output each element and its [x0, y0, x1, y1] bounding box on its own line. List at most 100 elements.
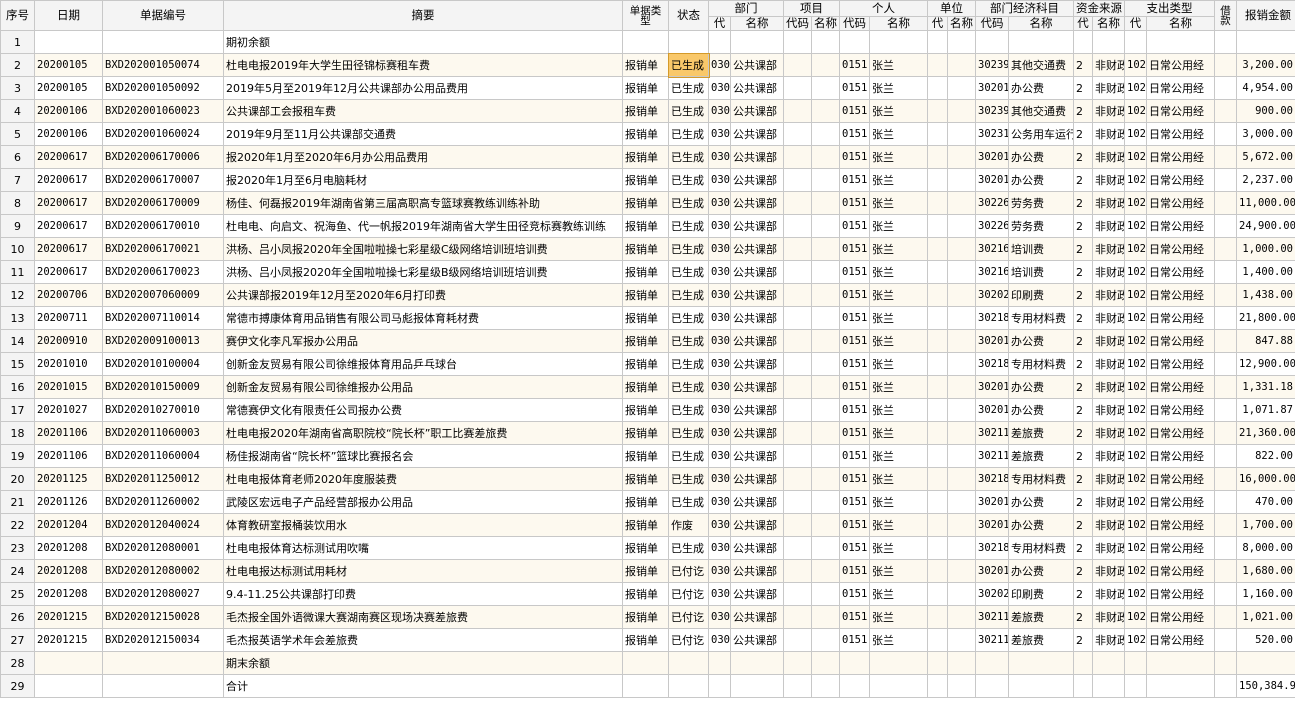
- cell-doc-no[interactable]: BXD202011250012: [102, 467, 224, 491]
- cell-date[interactable]: 20200617: [34, 260, 103, 284]
- cell-person-code[interactable]: 0151: [839, 76, 870, 100]
- cell-summary[interactable]: 公共课部报2019年12月至2020年6月打印费: [223, 283, 623, 307]
- cell-borrow[interactable]: [1214, 421, 1237, 445]
- header-dept[interactable]: 部门: [708, 0, 784, 17]
- cell-doc-type[interactable]: 报销单: [622, 237, 669, 261]
- cell-project-name[interactable]: [811, 214, 840, 238]
- cell-doc-no[interactable]: BXD202010100004: [102, 352, 224, 376]
- cell-doc-no[interactable]: BXD202001060024: [102, 122, 224, 146]
- header-unit-code[interactable]: 代: [927, 16, 948, 31]
- cell-unit-code[interactable]: [927, 628, 948, 652]
- cell-fund-code[interactable]: 2: [1073, 536, 1093, 560]
- cell-dept-code[interactable]: 030: [708, 513, 731, 537]
- cell-unit-name[interactable]: [947, 145, 976, 169]
- cell-dept-code[interactable]: 030: [708, 76, 731, 100]
- cell-doc-no[interactable]: [102, 651, 224, 675]
- cell-unit-code[interactable]: [927, 168, 948, 192]
- cell-fund-name[interactable]: 非财政: [1092, 513, 1125, 537]
- cell-fund-name[interactable]: 非财政: [1092, 306, 1125, 330]
- header-borrow[interactable]: 借款: [1214, 0, 1237, 31]
- cell-unit-name[interactable]: [947, 559, 976, 583]
- cell-person-name[interactable]: 张兰: [869, 145, 928, 169]
- cell-project-code[interactable]: [783, 582, 812, 606]
- cell-status[interactable]: 已生成: [668, 260, 709, 284]
- cell-date[interactable]: 20201015: [34, 375, 103, 399]
- cell-econ-name[interactable]: 办公费: [1008, 76, 1074, 100]
- cell-date[interactable]: 20200617: [34, 168, 103, 192]
- cell-fund-name[interactable]: 非财政: [1092, 168, 1125, 192]
- table-row[interactable]: 18 20201106 BXD202011060003 杜电电报2020年湖南省高职院…: [0, 421, 1295, 445]
- cell-exp-name[interactable]: 日常公用经: [1146, 122, 1215, 146]
- cell-doc-no[interactable]: BXD202012080002: [102, 559, 224, 583]
- cell-status[interactable]: 已付讫: [668, 559, 709, 583]
- cell-person-name[interactable]: 张兰: [869, 237, 928, 261]
- cell-date[interactable]: 20201215: [34, 628, 103, 652]
- cell-borrow[interactable]: [1214, 536, 1237, 560]
- cell-fund-name[interactable]: 非财政: [1092, 605, 1125, 629]
- cell-person-code[interactable]: 0151: [839, 582, 870, 606]
- cell-fund-name[interactable]: 非财政: [1092, 559, 1125, 583]
- cell-project-name[interactable]: [811, 168, 840, 192]
- cell-unit-name[interactable]: [947, 536, 976, 560]
- header-person[interactable]: 个人: [839, 0, 928, 17]
- cell-summary[interactable]: 毛杰报全国外语微课大赛湖南赛区现场决赛差旅费: [223, 605, 623, 629]
- cell-summary[interactable]: 武陵区宏远电子产品经营部报办公用品: [223, 490, 623, 514]
- cell-econ-name[interactable]: [1008, 651, 1074, 675]
- header-exp-type[interactable]: 支出类型: [1124, 0, 1215, 17]
- cell-project-code[interactable]: [783, 674, 812, 698]
- cell-project-name[interactable]: [811, 674, 840, 698]
- cell-exp-code[interactable]: 102: [1124, 490, 1147, 514]
- cell-amount[interactable]: 822.00: [1236, 444, 1295, 468]
- cell-doc-no[interactable]: BXD202010270010: [102, 398, 224, 422]
- cell-dept-name[interactable]: 公共课部: [730, 306, 784, 330]
- cell-status[interactable]: 已生成: [668, 168, 709, 192]
- cell-dept-code[interactable]: [708, 651, 731, 675]
- cell-summary[interactable]: 2019年9月至11月公共课部交通费: [223, 122, 623, 146]
- cell-fund-code[interactable]: 2: [1073, 237, 1093, 261]
- cell-doc-no[interactable]: BXD202010150009: [102, 375, 224, 399]
- cell-exp-code[interactable]: 102: [1124, 605, 1147, 629]
- cell-person-code[interactable]: 0151: [839, 306, 870, 330]
- cell-unit-code[interactable]: [927, 214, 948, 238]
- cell-dept-code[interactable]: 030: [708, 421, 731, 445]
- cell-unit-code[interactable]: [927, 513, 948, 537]
- cell-amount[interactable]: 1,700.00: [1236, 513, 1295, 537]
- cell-econ-name[interactable]: 印刷费: [1008, 283, 1074, 307]
- cell-fund-code[interactable]: 2: [1073, 467, 1093, 491]
- cell-unit-code[interactable]: [927, 651, 948, 675]
- cell-exp-name[interactable]: 日常公用经: [1146, 260, 1215, 284]
- cell-status[interactable]: [668, 651, 709, 675]
- cell-unit-name[interactable]: [947, 490, 976, 514]
- cell-summary[interactable]: 毛杰报英语学术年会差旅费: [223, 628, 623, 652]
- cell-unit-name[interactable]: [947, 260, 976, 284]
- cell-person-code[interactable]: 0151: [839, 168, 870, 192]
- cell-seq[interactable]: 8: [0, 191, 35, 215]
- cell-econ-name[interactable]: 专用材料费: [1008, 306, 1074, 330]
- cell-dept-code[interactable]: 030: [708, 536, 731, 560]
- cell-project-name[interactable]: [811, 99, 840, 123]
- cell-amount[interactable]: 1,021.00: [1236, 605, 1295, 629]
- cell-borrow[interactable]: [1214, 674, 1237, 698]
- cell-doc-no[interactable]: BXD202007110014: [102, 306, 224, 330]
- cell-summary[interactable]: 9.4-11.25公共课部打印费: [223, 582, 623, 606]
- cell-unit-name[interactable]: [947, 398, 976, 422]
- table-row[interactable]: 4 20200106 BXD202001060023 公共课部工会报租车费 报销单 已生成…: [0, 99, 1295, 123]
- cell-project-code[interactable]: [783, 467, 812, 491]
- table-row[interactable]: 3 20200105 BXD202001050092 2019年5月至2019年12月…: [0, 76, 1295, 100]
- cell-status[interactable]: [668, 30, 709, 54]
- cell-person-code[interactable]: 0151: [839, 237, 870, 261]
- cell-exp-name[interactable]: 日常公用经: [1146, 375, 1215, 399]
- cell-amount[interactable]: 4,954.00: [1236, 76, 1295, 100]
- cell-fund-code[interactable]: 2: [1073, 145, 1093, 169]
- cell-borrow[interactable]: [1214, 191, 1237, 215]
- cell-unit-name[interactable]: [947, 214, 976, 238]
- cell-status[interactable]: 已生成: [668, 76, 709, 100]
- cell-unit-code[interactable]: [927, 421, 948, 445]
- cell-summary[interactable]: 2019年5月至2019年12月公共课部办公用品费用: [223, 76, 623, 100]
- cell-status[interactable]: 已付讫: [668, 582, 709, 606]
- cell-summary[interactable]: 洪杨、吕小凤报2020年全国啦啦操七彩星级C级网络培训班培训费: [223, 237, 623, 261]
- cell-unit-code[interactable]: [927, 53, 948, 77]
- cell-econ-name[interactable]: 办公费: [1008, 375, 1074, 399]
- cell-summary[interactable]: 报2020年1月至2020年6月办公用品费用: [223, 145, 623, 169]
- cell-summary[interactable]: 杜电电报体育老师2020年度服装费: [223, 467, 623, 491]
